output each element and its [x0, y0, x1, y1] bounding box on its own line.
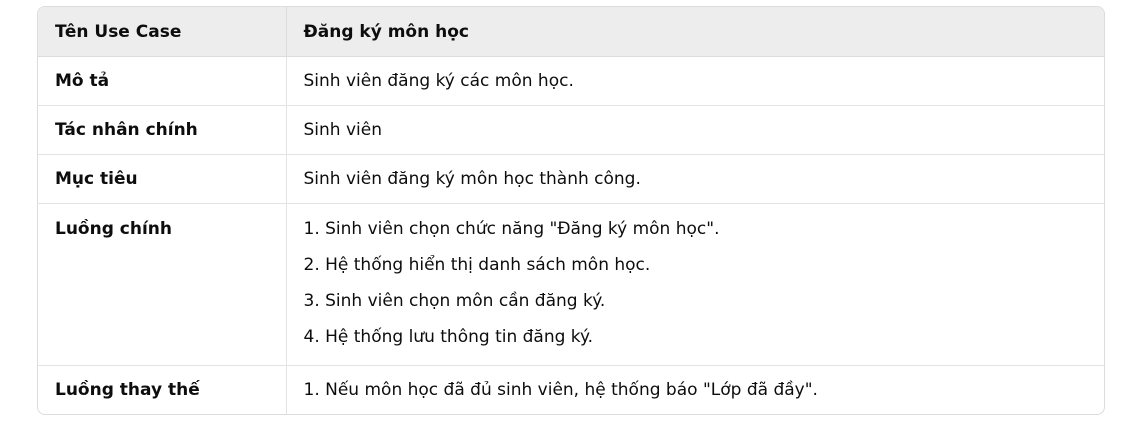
row-value-primary-actor: Sinh viên: [286, 105, 1104, 155]
table-header-row: Tên Use Case Đăng ký môn học: [38, 7, 1104, 57]
row-value-alternate-flow: 1. Nếu môn học đã đủ sinh viên, hệ thống…: [303, 380, 818, 400]
row-label-alternate-flow: Luồng thay thế: [38, 365, 287, 414]
main-flow-step: 2. Hệ thống hiển thị danh sách môn học.: [303, 255, 651, 275]
table-row: Mục tiêu Sinh viên đăng ký môn học thành…: [38, 154, 1104, 204]
table-row: Luồng thay thế 1. Nếu môn học đã đủ sinh…: [38, 365, 1104, 414]
header-use-case-name-value: Đăng ký môn học: [286, 7, 1104, 57]
row-value-goal: Sinh viên đăng ký môn học thành công.: [286, 154, 1104, 204]
use-case-table-container: Tên Use Case Đăng ký môn học Mô tả Sinh …: [37, 6, 1105, 415]
main-flow-step: 1. Sinh viên chọn chức năng "Đăng ký môn…: [303, 219, 720, 239]
row-value-description: Sinh viên đăng ký các môn học.: [286, 56, 1104, 106]
table-row: Tác nhân chính Sinh viên: [38, 105, 1104, 155]
row-label-main-flow: Luồng chính: [38, 203, 287, 366]
main-flow-step: 3. Sinh viên chọn môn cần đăng ký.: [303, 291, 606, 311]
header-use-case-name-label: Tên Use Case: [38, 7, 287, 57]
use-case-table: Tên Use Case Đăng ký môn học Mô tả Sinh …: [38, 7, 1104, 414]
table-row: Luồng chính 1. Sinh viên chọn chức năng …: [38, 203, 1104, 366]
row-label-description: Mô tả: [38, 56, 287, 106]
table-row: Mô tả Sinh viên đăng ký các môn học.: [38, 56, 1104, 106]
row-label-goal: Mục tiêu: [38, 154, 287, 204]
row-label-primary-actor: Tác nhân chính: [38, 105, 287, 155]
main-flow-step: 4. Hệ thống lưu thông tin đăng ký.: [303, 327, 594, 347]
row-value-main-flow: 1. Sinh viên chọn chức năng "Đăng ký môn…: [286, 203, 1104, 366]
